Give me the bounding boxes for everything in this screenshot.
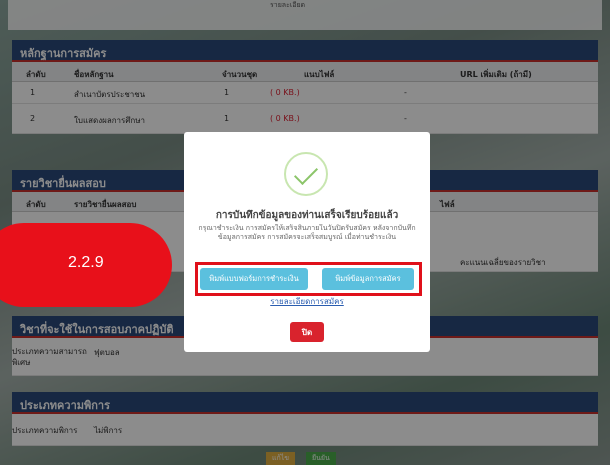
success-modal: การบันทึกข้อมูลของท่านเสร็จเรียบร้อยแล้ว… [184, 132, 430, 352]
step-callout: 2.2.9 [0, 223, 172, 307]
close-button[interactable]: ปิด [290, 322, 324, 342]
success-check-icon [284, 152, 328, 196]
application-details-link[interactable]: รายละเอียดการสมัคร [184, 295, 430, 308]
modal-title: การบันทึกข้อมูลของท่านเสร็จเรียบร้อยแล้ว [215, 210, 399, 221]
step-highlight-box [195, 262, 422, 296]
step-number: 2.2.9 [68, 254, 104, 271]
modal-message: กรุณาชำระเงิน การสมัครให้เสร็จสิ้นภายในว… [198, 224, 416, 241]
